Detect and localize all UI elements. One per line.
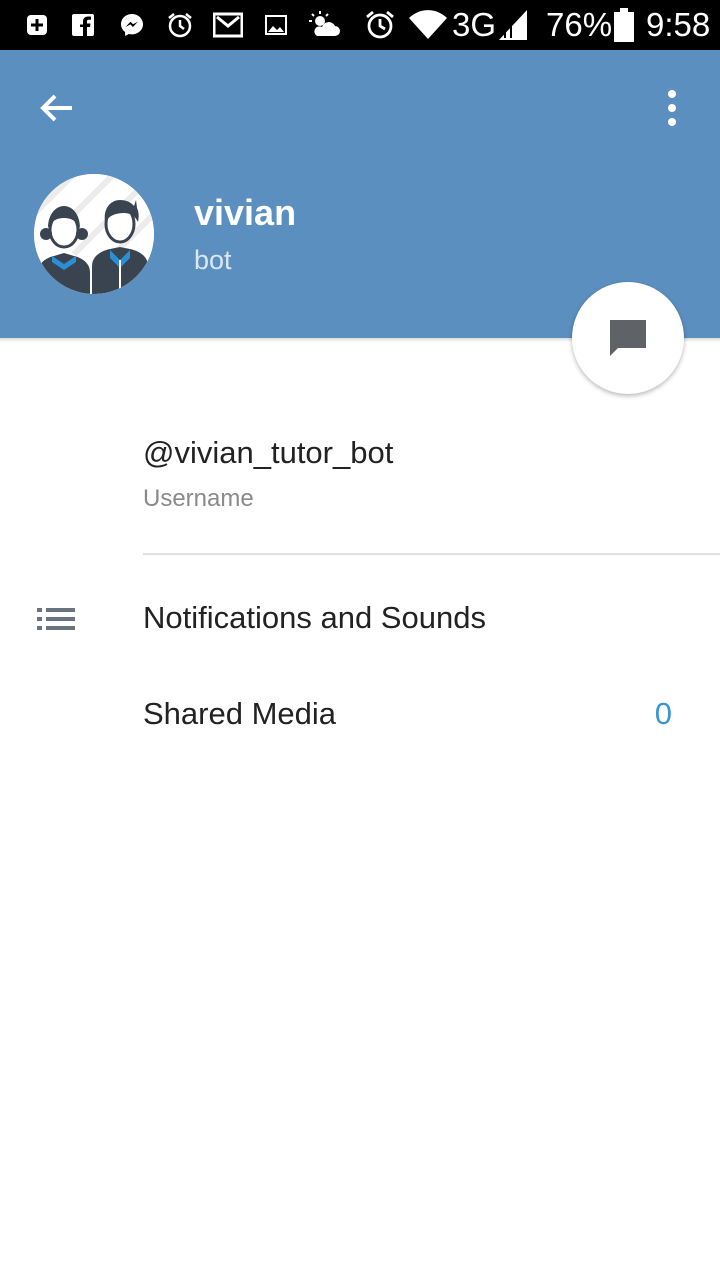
- username-value[interactable]: @vivian_tutor_bot: [143, 434, 393, 472]
- messenger-icon: [118, 12, 146, 38]
- message-icon: [610, 320, 646, 356]
- alarm-icon: [166, 12, 194, 38]
- status-bar: 3G 76% 9:58: [0, 0, 720, 50]
- students-avatar-icon: [34, 174, 154, 294]
- network-type: 3G: [452, 6, 497, 43]
- notifications-label: Notifications and Sounds: [143, 600, 486, 635]
- weather-icon: [308, 11, 340, 38]
- signal-icon: [496, 8, 530, 40]
- add-icon: [24, 12, 50, 38]
- username-label: Username: [143, 485, 254, 512]
- back-arrow-icon: [40, 94, 72, 122]
- profile-status: bot: [194, 245, 232, 275]
- shared-media-count: 0: [654, 696, 672, 731]
- profile-name: vivian: [194, 192, 297, 233]
- gmail-icon: [212, 12, 244, 38]
- gallery-icon: [262, 12, 290, 38]
- battery-icon: [612, 8, 636, 42]
- shared-media-label: Shared Media: [143, 696, 337, 731]
- shared-media-row[interactable]: Shared Media 0: [0, 670, 720, 760]
- notifications-and-sounds-row[interactable]: Notifications and Sounds: [0, 574, 720, 664]
- alarm-clock-icon: [364, 10, 396, 39]
- send-message-button[interactable]: [572, 282, 684, 394]
- back-button[interactable]: [28, 80, 84, 136]
- avatar[interactable]: [34, 174, 154, 294]
- more-options-button[interactable]: [648, 80, 696, 136]
- status-time: 9:58: [646, 6, 711, 43]
- more-vert-icon: [668, 90, 676, 126]
- facebook-icon: [70, 12, 96, 38]
- list-icon: [36, 602, 76, 636]
- wifi-icon: [408, 10, 448, 39]
- divider: [143, 553, 720, 555]
- battery-percent: 76%: [546, 6, 613, 43]
